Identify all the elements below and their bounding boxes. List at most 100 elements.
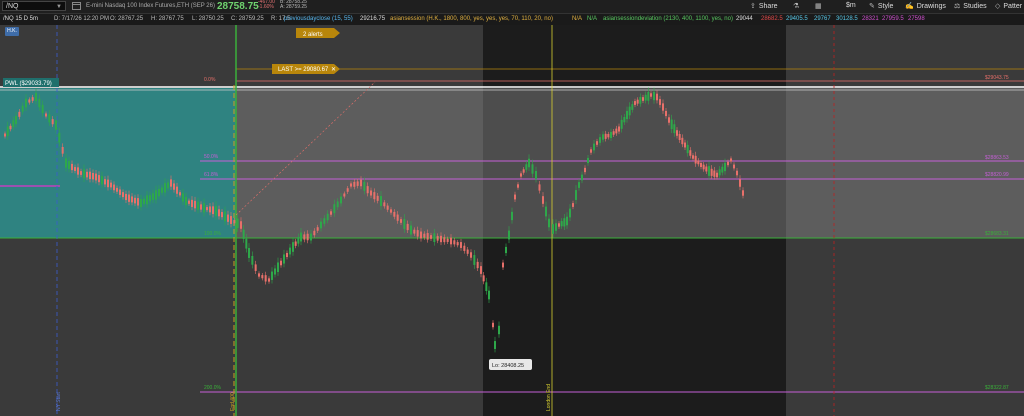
last-alert-close-icon[interactable]: ✕ — [331, 67, 336, 73]
fib-label-618: 61.8% — [204, 172, 219, 178]
price-label-100: $28683.31 — [985, 231, 1009, 237]
candle-body — [294, 241, 297, 246]
candle-body — [587, 157, 589, 164]
candle-body — [514, 194, 516, 200]
candle-body — [400, 219, 402, 223]
candle-body — [558, 223, 560, 227]
candle-body — [563, 218, 566, 227]
candle-body — [320, 221, 322, 229]
study-asiansession[interactable]: asiansession (H.K., 1800, 800, yes, yes,… — [390, 14, 553, 25]
candle-body — [678, 134, 681, 140]
study-value-na1: N/A — [572, 16, 583, 22]
flask-icon: ⚗ — [793, 3, 800, 10]
study-asiansessiondeviation[interactable]: asiansessiondeviation (2130, 400, 1100, … — [603, 14, 733, 25]
alerts-tag[interactable]: 2 alerts — [296, 28, 340, 38]
study-value-6: 28321 — [862, 16, 879, 22]
candle-body — [221, 212, 223, 218]
candle-body — [146, 195, 148, 205]
candle-body — [460, 242, 462, 248]
candle-body — [393, 211, 396, 217]
candle-body — [440, 235, 442, 243]
study-previousdayclose[interactable]: previousdayclose (15, 55) — [284, 14, 353, 25]
price-chart[interactable]: 2 alerts LAST >= 29080.67 ✕ PWL ($29033.… — [0, 25, 1024, 416]
candle-body — [423, 233, 426, 238]
candle-body — [61, 147, 64, 154]
candle-body — [708, 166, 710, 176]
candle-body — [466, 249, 469, 254]
candle-body — [555, 223, 557, 231]
study-previousdayclose-value: 29216.75 — [360, 16, 386, 22]
style-button[interactable]: ✎ Style — [869, 2, 893, 10]
candle-body — [12, 120, 15, 128]
candle-body — [665, 110, 667, 117]
candle-body — [406, 223, 409, 231]
candle-body — [560, 221, 563, 227]
studies-button[interactable]: ⚖ Studies — [954, 2, 987, 10]
top-toolbar: /NQ ▼ E-mini Nasdaq 100 Index Futures,ET… — [0, 0, 1024, 14]
candle-body — [137, 198, 139, 206]
patterns-button[interactable]: ◇ Patter — [995, 2, 1022, 10]
candle-body — [390, 209, 392, 213]
candle-body — [604, 133, 607, 139]
candle-body — [623, 117, 626, 123]
candle-body — [74, 167, 76, 171]
candle-body — [200, 204, 202, 210]
candle-body — [482, 275, 485, 282]
flask-button[interactable]: ⚗ — [793, 2, 802, 10]
dollar-label: $m — [846, 2, 856, 9]
chart-label[interactable]: /NQ 15 D 5m — [3, 14, 38, 25]
candle-body — [48, 114, 51, 123]
candle-body — [505, 246, 507, 254]
candle-body — [164, 183, 166, 193]
candle-body — [9, 125, 12, 130]
study-value-4: 29767 — [814, 16, 831, 22]
grid-button[interactable]: ▦ — [815, 2, 825, 10]
hk-badge[interactable]: H.K. — [5, 27, 19, 36]
candle-body — [480, 266, 482, 274]
candle-body — [68, 160, 70, 170]
candle-body — [410, 225, 412, 235]
symbol-selector[interactable]: /NQ ▼ — [2, 1, 66, 11]
candle-body — [333, 204, 336, 214]
candle-body — [15, 115, 17, 125]
candle-body — [303, 234, 306, 240]
candle-body — [644, 94, 647, 101]
candle-body — [620, 119, 623, 129]
candle-body — [642, 97, 644, 101]
study-info-bar: /NQ 15 D 5m D: 7/17/26 12:20 PM O: 28767… — [0, 14, 1024, 25]
candle-body — [416, 230, 419, 237]
candle-body — [274, 268, 276, 275]
dollar-button[interactable]: $m — [846, 2, 856, 9]
candle-body — [636, 99, 639, 104]
candle-body — [684, 142, 686, 148]
candle-body — [647, 91, 650, 101]
candle-body — [522, 169, 525, 173]
candle-body — [55, 120, 57, 130]
candle-body — [705, 166, 708, 172]
drawings-button[interactable]: ✍ Drawings — [905, 2, 946, 10]
alerts-text: 2 alerts — [303, 32, 323, 38]
candle-body — [283, 254, 285, 264]
calendar-icon[interactable] — [72, 2, 81, 10]
candle-body — [6, 126, 9, 136]
candle-body — [662, 103, 664, 111]
symbol-text: /NQ — [6, 3, 19, 10]
bid-ask-block: B: 28758.25 A: 28759.25 — [280, 0, 307, 10]
candle-body — [104, 179, 106, 185]
last-alert-tag[interactable]: LAST >= 29080.67 ✕ — [272, 64, 340, 74]
candle-body — [242, 229, 245, 239]
candle-body — [113, 184, 115, 191]
candle-body — [212, 206, 214, 215]
candle-body — [659, 99, 661, 105]
candle-body — [542, 196, 544, 204]
candle-body — [610, 131, 612, 139]
share-icon: ⇪ — [750, 3, 756, 10]
candle-body — [380, 196, 382, 206]
candle-body — [413, 229, 416, 234]
share-button[interactable]: ⇪ Share — [750, 2, 778, 10]
candle-body — [366, 186, 369, 194]
fib-label-100: 100.0% — [204, 231, 222, 237]
candle-body — [618, 126, 620, 132]
candle-body — [289, 247, 291, 255]
candle-body — [430, 235, 432, 239]
